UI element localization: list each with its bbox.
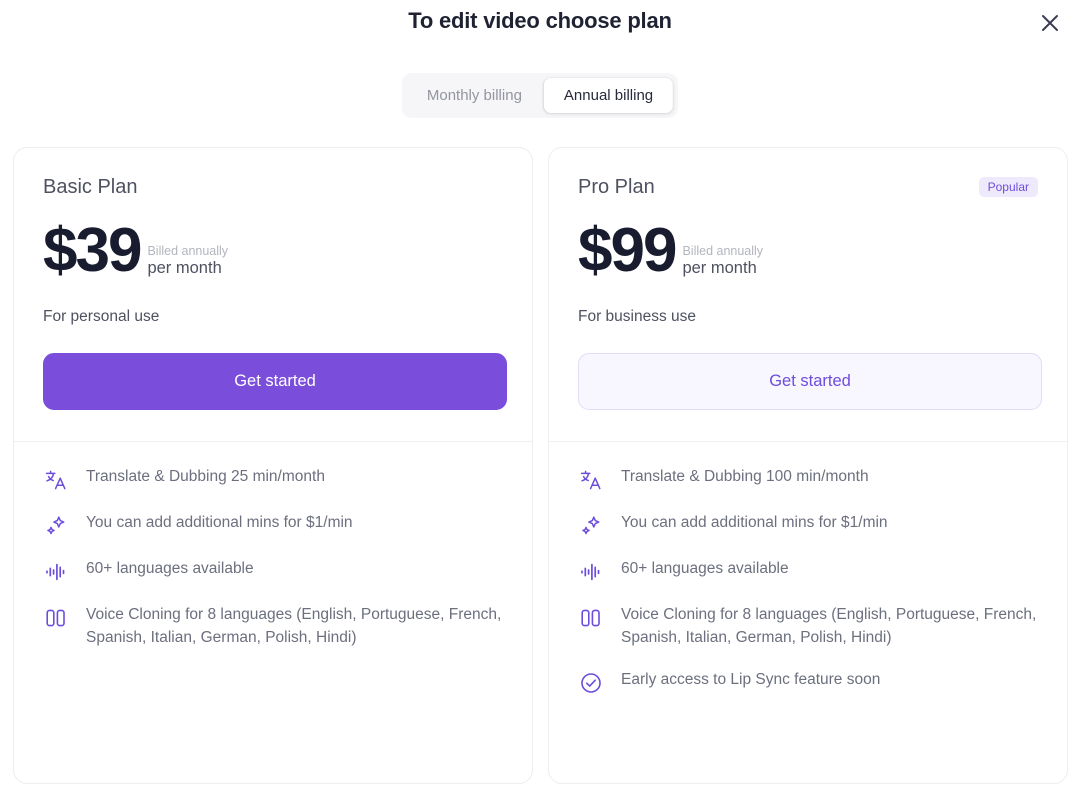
plan-name: Basic Plan <box>43 176 138 199</box>
waveform-icon <box>43 559 69 585</box>
list-item: Voice Cloning for 8 languages (English, … <box>578 604 1038 650</box>
list-item: Early access to Lip Sync feature soon <box>578 669 1038 696</box>
list-item: You can add additional mins for $1/min <box>578 512 1038 539</box>
list-item: 60+ languages available <box>43 558 503 585</box>
waveform-icon <box>578 559 604 585</box>
voice-clone-icon <box>43 605 69 631</box>
list-item: 60+ languages available <box>578 558 1038 585</box>
plan-price: $39 <box>43 222 140 281</box>
feature-label: Translate & Dubbing 25 min/month <box>86 466 325 489</box>
plan-price-sub: Billed annually per month <box>147 244 228 281</box>
billing-period-label: per month <box>147 258 228 279</box>
plan-price-row: $99 Billed annually per month <box>578 219 1038 281</box>
plan-price: $99 <box>578 222 675 281</box>
feature-label: 60+ languages available <box>86 558 254 581</box>
plan-card-list: Basic Plan $39 Billed annually per month… <box>13 147 1067 784</box>
plan-name-row: Pro Plan Popular <box>578 174 1038 200</box>
billed-note: Billed annually <box>147 244 228 258</box>
get-started-button[interactable]: Get started <box>43 353 507 410</box>
feature-label: Early access to Lip Sync feature soon <box>621 669 880 692</box>
check-circle-icon <box>578 670 604 696</box>
plan-card: Pro Plan Popular $99 Billed annually per… <box>548 147 1068 784</box>
plan-header: Pro Plan Popular $99 Billed annually per… <box>549 148 1067 441</box>
sparkles-icon <box>43 513 69 539</box>
feature-label: You can add additional mins for $1/min <box>86 512 353 535</box>
feature-label: 60+ languages available <box>621 558 789 581</box>
list-item: Voice Cloning for 8 languages (English, … <box>43 604 503 650</box>
billing-toggle-option-monthly[interactable]: Monthly billing <box>407 78 542 113</box>
plan-price-sub: Billed annually per month <box>682 244 763 281</box>
plan-price-row: $39 Billed annually per month <box>43 219 503 281</box>
plan-name: Pro Plan <box>578 176 655 199</box>
get-started-button[interactable]: Get started <box>578 353 1042 410</box>
list-item: Translate & Dubbing 25 min/month <box>43 466 503 493</box>
plan-card: Basic Plan $39 Billed annually per month… <box>13 147 533 784</box>
feature-label: Voice Cloning for 8 languages (English, … <box>86 604 503 650</box>
billing-period-label: per month <box>682 258 763 279</box>
sparkles-icon <box>578 513 604 539</box>
feature-label: Translate & Dubbing 100 min/month <box>621 466 869 489</box>
close-button[interactable] <box>1034 8 1066 40</box>
status-badge: Popular <box>979 177 1038 197</box>
billed-note: Billed annually <box>682 244 763 258</box>
plan-feature-list: Translate & Dubbing 100 min/month You ca… <box>549 442 1067 726</box>
close-icon <box>1039 12 1061 37</box>
list-item: Translate & Dubbing 100 min/month <box>578 466 1038 493</box>
plan-description: For personal use <box>43 308 503 326</box>
plan-description: For business use <box>578 308 1038 326</box>
pricing-modal: To edit video choose plan Monthly billin… <box>0 0 1080 798</box>
billing-period-toggle[interactable]: Monthly billingAnnual billing <box>402 73 678 118</box>
plan-name-row: Basic Plan <box>43 174 503 200</box>
page-title: To edit video choose plan <box>0 8 1080 34</box>
translate-icon <box>578 467 604 493</box>
voice-clone-icon <box>578 605 604 631</box>
translate-icon <box>43 467 69 493</box>
plan-feature-list: Translate & Dubbing 25 min/month You can… <box>14 442 532 680</box>
plan-header: Basic Plan $39 Billed annually per month… <box>14 148 532 441</box>
feature-label: Voice Cloning for 8 languages (English, … <box>621 604 1038 650</box>
billing-toggle-option-annual[interactable]: Annual billing <box>544 78 673 113</box>
list-item: You can add additional mins for $1/min <box>43 512 503 539</box>
feature-label: You can add additional mins for $1/min <box>621 512 888 535</box>
